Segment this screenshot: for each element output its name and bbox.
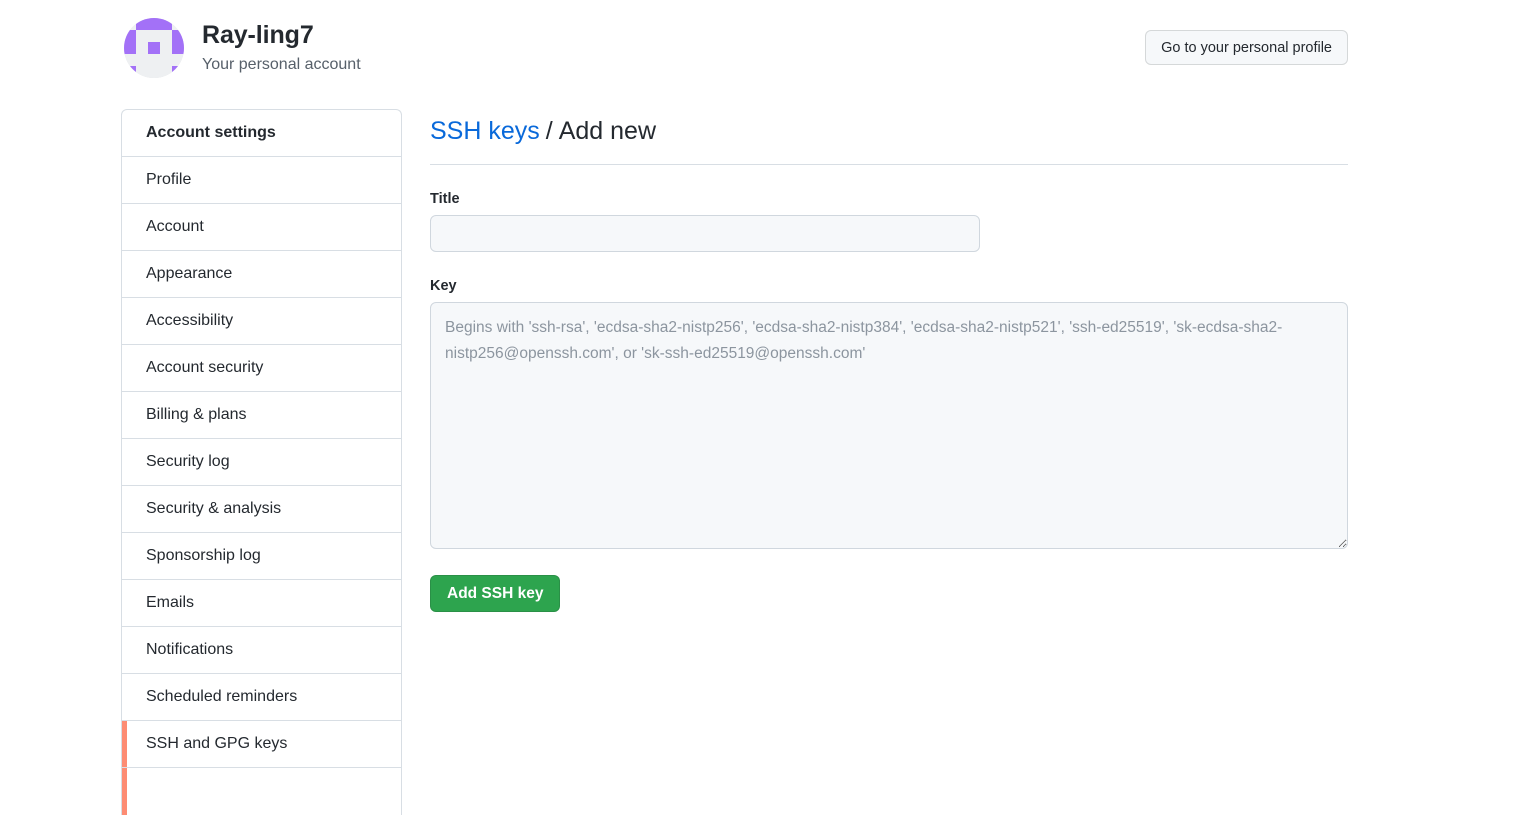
sidebar-item-account[interactable]: Account xyxy=(122,204,401,251)
key-textarea[interactable] xyxy=(430,302,1348,549)
ssh-keys-breadcrumb-link[interactable]: SSH keys xyxy=(430,117,540,145)
breadcrumb-current: Add new xyxy=(558,117,657,145)
sidebar-item-sponsorship-log[interactable]: Sponsorship log xyxy=(122,533,401,580)
sidebar-item-ssh-and-gpg-keys[interactable]: SSH and GPG keys xyxy=(122,721,401,768)
sidebar-item-appearance[interactable]: Appearance xyxy=(122,251,401,298)
sidebar-item-security-log[interactable]: Security log xyxy=(122,439,401,486)
sidebar-title: Account settings xyxy=(122,110,401,157)
sidebar-item-account-security[interactable]: Account security xyxy=(122,345,401,392)
sidebar-item-scheduled-reminders[interactable]: Scheduled reminders xyxy=(122,674,401,721)
sidebar-item-emails[interactable]: Emails xyxy=(122,580,401,627)
add-ssh-key-button[interactable]: Add SSH key xyxy=(430,575,561,612)
breadcrumb-separator: / xyxy=(545,117,553,145)
sidebar-item-security-and-analysis[interactable]: Security & analysis xyxy=(122,486,401,533)
page-title: SSH keys / Add new xyxy=(430,114,1348,148)
key-field-label: Key xyxy=(430,278,457,294)
sidebar-item-billing-and-plans[interactable]: Billing & plans xyxy=(122,392,401,439)
sidebar-item-notifications[interactable]: Notifications xyxy=(122,627,401,674)
sidebar-item-overflow[interactable] xyxy=(122,768,401,815)
title-field-label: Title xyxy=(430,191,460,207)
page-header: Ray-ling7 Your personal account Go to yo… xyxy=(0,0,1518,96)
title-input[interactable] xyxy=(430,215,980,252)
go-to-personal-profile-button[interactable]: Go to your personal profile xyxy=(1145,30,1348,65)
main-content: SSH keys/Add new Title Key Add SSH key xyxy=(430,109,1348,612)
identicon-avatar xyxy=(124,18,184,78)
account-subtitle: Your personal account xyxy=(202,56,361,73)
sidebar-item-profile[interactable]: Profile xyxy=(122,157,401,204)
sidebar-item-accessibility[interactable]: Accessibility xyxy=(122,298,401,345)
account-settings-sidebar: Account settings Profile Account Appeara… xyxy=(121,109,402,815)
heading-divider xyxy=(430,164,1348,165)
account-name: Ray-ling7 xyxy=(202,21,314,49)
settings-page: Ray-ling7 Your personal account Go to yo… xyxy=(0,0,1518,815)
